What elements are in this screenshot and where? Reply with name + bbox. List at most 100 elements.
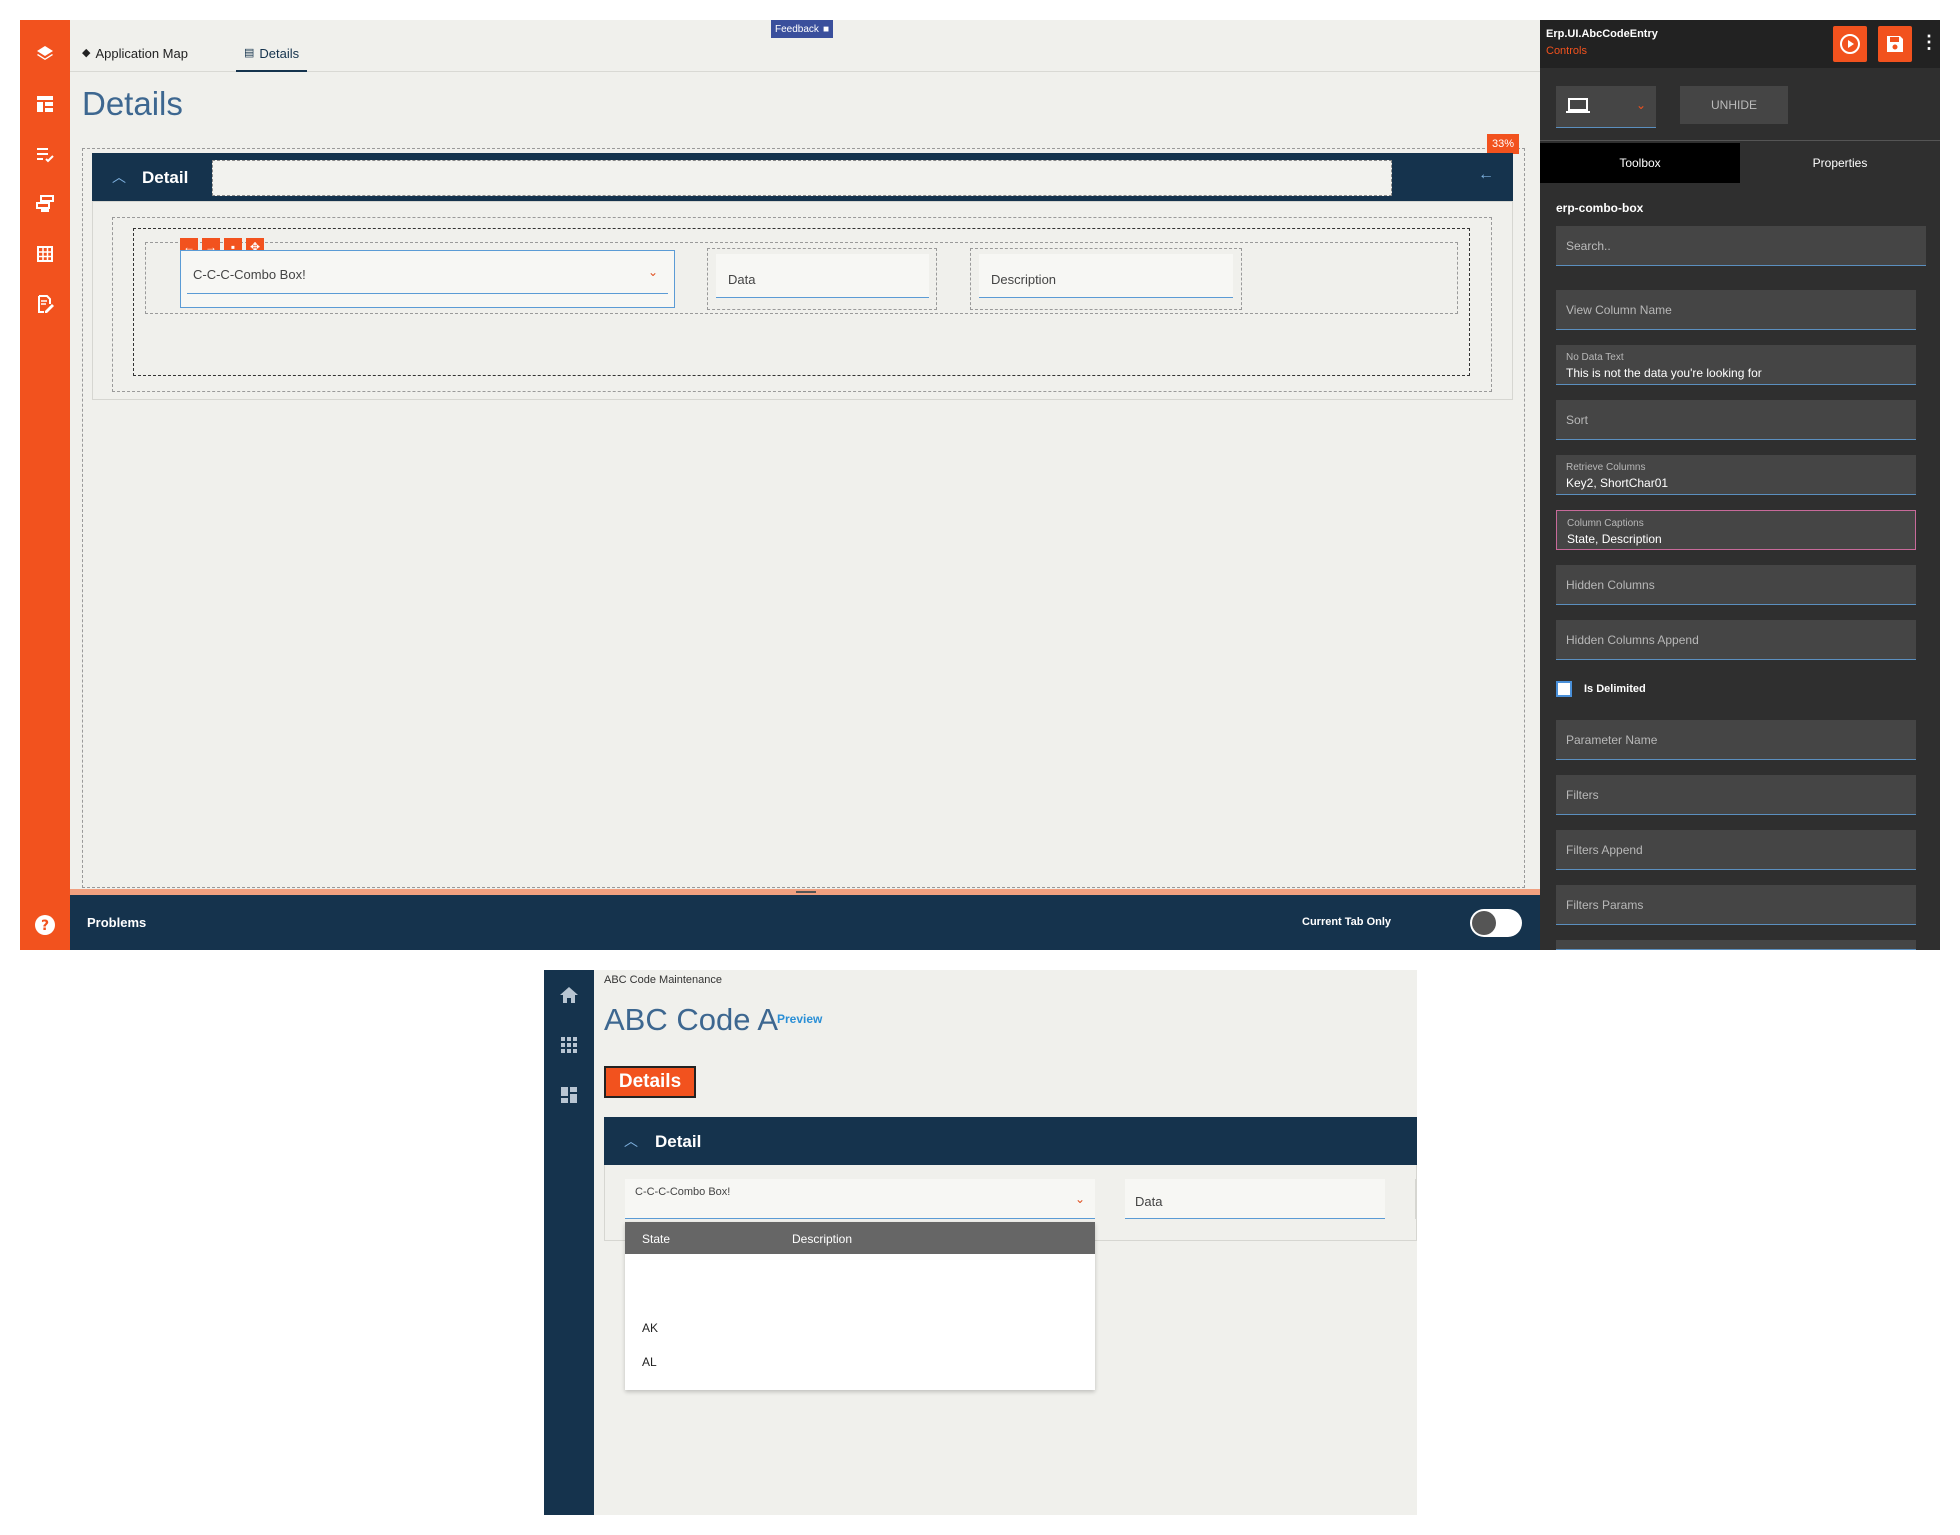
prop-label: Parameter Name [1566, 733, 1658, 747]
preview-window: ABC Code Maintenance ABC Code A Preview … [544, 970, 1417, 1515]
problems-bar: Problems Current Tab Only [70, 895, 1540, 950]
page-title: Details [82, 85, 183, 122]
toggle-knob [1472, 911, 1496, 935]
prop-value: Key2, ShortChar01 [1566, 476, 1669, 490]
prop-filters-append[interactable]: Filters Append [1556, 830, 1916, 870]
prop-label: Filters Params [1566, 898, 1644, 912]
dashboard-icon[interactable] [559, 1085, 579, 1105]
column-header-state: State [642, 1232, 671, 1246]
grip-icon [796, 891, 816, 893]
prop-hidden-columns[interactable]: Hidden Columns [1556, 565, 1916, 605]
chevron-down-icon[interactable]: ⌄ [648, 265, 658, 279]
table-icon: ▤ [244, 47, 255, 59]
prop-filters[interactable]: Filters [1556, 775, 1916, 815]
current-tab-toggle[interactable] [1470, 909, 1522, 937]
prop-label: Retrieve Columns [1566, 462, 1646, 473]
dropdown-item[interactable]: AK [642, 1321, 658, 1335]
layout-icon[interactable] [33, 92, 57, 116]
panel-subtitle: Controls [1546, 45, 1587, 57]
device-select[interactable]: ⌄ [1556, 86, 1656, 128]
dropdown-header: State Description [625, 1222, 1095, 1254]
dropdown-item[interactable]: AL [642, 1355, 657, 1369]
chevron-down-icon[interactable]: ⌄ [1075, 1192, 1085, 1206]
chevron-up-icon[interactable]: ︿ [112, 167, 126, 187]
combo-placeholder: C-C-C-Combo Box! [193, 267, 306, 282]
prop-next[interactable] [1556, 940, 1916, 950]
preview-page-title: ABC Code A [604, 1002, 779, 1037]
play-icon[interactable] [1833, 26, 1867, 62]
properties-panel: Erp.UI.AbcCodeEntry Controls ⋮ ⌄ UNHIDE … [1540, 20, 1940, 950]
tab-details[interactable]: ▤ Details [236, 46, 308, 72]
prop-label: Filters Append [1566, 843, 1643, 857]
tab-toolbox[interactable]: Toolbox [1540, 143, 1740, 183]
tab-properties[interactable]: Properties [1740, 143, 1940, 183]
preview-combo-label: C-C-C-Combo Box! [635, 1186, 731, 1198]
prop-column-captions[interactable]: Column Captions State, Description [1556, 510, 1916, 550]
left-rail: ? [20, 20, 70, 950]
preview-rail [544, 970, 594, 1515]
dropdown-item[interactable]: AR [642, 1389, 659, 1390]
apps-icon[interactable] [559, 1035, 579, 1055]
hierarchy-icon[interactable] [33, 192, 57, 216]
laptop-icon [1566, 98, 1590, 113]
prop-label: Column Captions [1567, 518, 1644, 529]
preview-data-placeholder: Data [1135, 1194, 1163, 1209]
detail-panel-header[interactable]: ︿ Detail ← [92, 153, 1513, 201]
prop-retrieve-columns[interactable]: Retrieve Columns Key2, ShortChar01 [1556, 455, 1916, 495]
svg-text:?: ? [41, 918, 49, 934]
preview-combo-box[interactable]: C-C-C-Combo Box! ⌄ [625, 1179, 1095, 1219]
panel-header: Erp.UI.AbcCodeEntry Controls ⋮ [1540, 20, 1940, 68]
current-tab-label: Current Tab Only [1302, 916, 1392, 928]
breadcrumb: ABC Code Maintenance [604, 974, 723, 986]
combo-dropdown[interactable]: State Description AK AL AR AZ [625, 1222, 1095, 1390]
prop-label: Hidden Columns [1566, 578, 1655, 592]
arrow-left-icon[interactable]: ← [1478, 166, 1494, 184]
designer-window: ? ◆ Application Map ▤ Details Feedback ■… [20, 20, 1940, 950]
preview-detail-title: Detail [655, 1132, 702, 1151]
save-icon[interactable] [1878, 26, 1912, 62]
divider [1540, 140, 1940, 141]
grid-icon[interactable] [33, 242, 57, 266]
edit-doc-icon[interactable] [33, 292, 57, 316]
description-field[interactable]: Description [979, 254, 1233, 298]
details-tab-button[interactable]: Details [604, 1066, 696, 1098]
prop-sort[interactable]: Sort [1556, 400, 1916, 440]
layers-icon: ◆ [82, 47, 91, 59]
preview-detail-header[interactable]: ︿ Detail [604, 1117, 1417, 1165]
preview-link[interactable]: Preview [777, 1012, 822, 1026]
prop-value: This is not the data you're looking for [1566, 366, 1762, 380]
prop-parameter-name[interactable]: Parameter Name [1556, 720, 1916, 760]
help-icon[interactable]: ? [33, 913, 57, 937]
prop-label: Filters [1566, 788, 1599, 802]
tab-application-map[interactable]: ◆ Application Map [82, 46, 188, 72]
combo-box-field[interactable]: C-C-C-Combo Box! ⌄ [180, 250, 675, 308]
column-header-description: Description [792, 1232, 853, 1246]
preview-data-field[interactable]: Data [1125, 1179, 1385, 1219]
search-input[interactable]: Search.. [1556, 226, 1926, 266]
prop-hidden-columns-append[interactable]: Hidden Columns Append [1556, 620, 1916, 660]
prop-label: Sort [1566, 413, 1589, 427]
feedback-button[interactable]: Feedback ■ [771, 20, 833, 38]
detail-header-slot[interactable] [212, 160, 1392, 196]
empty-row[interactable] [625, 1254, 1095, 1314]
prop-value: State, Description [1567, 532, 1662, 546]
prop-filters-params[interactable]: Filters Params [1556, 885, 1916, 925]
prop-label: No Data Text [1566, 352, 1624, 363]
description-placeholder: Description [991, 272, 1057, 287]
problems-label: Problems [87, 915, 147, 930]
layers-icon[interactable] [33, 42, 57, 66]
chevron-up-icon[interactable]: ︿ [624, 1131, 638, 1151]
more-icon[interactable]: ⋮ [1920, 32, 1938, 53]
prop-view-column-name[interactable]: View Column Name [1556, 290, 1916, 330]
data-field[interactable]: Data [716, 254, 929, 298]
is-delimited-label: Is Delimited [1584, 683, 1646, 695]
unhide-button[interactable]: UNHIDE [1680, 86, 1788, 124]
zoom-badge: 33% [1487, 134, 1519, 154]
home-icon[interactable] [559, 985, 579, 1005]
underline [187, 293, 668, 294]
checklist-icon[interactable] [33, 142, 57, 166]
designer-canvas: ◆ Application Map ▤ Details Feedback ■ D… [70, 20, 1545, 890]
prop-no-data-text[interactable]: No Data Text This is not the data you're… [1556, 345, 1916, 385]
is-delimited-checkbox[interactable] [1556, 681, 1572, 697]
prop-label: Hidden Columns Append [1566, 633, 1699, 647]
